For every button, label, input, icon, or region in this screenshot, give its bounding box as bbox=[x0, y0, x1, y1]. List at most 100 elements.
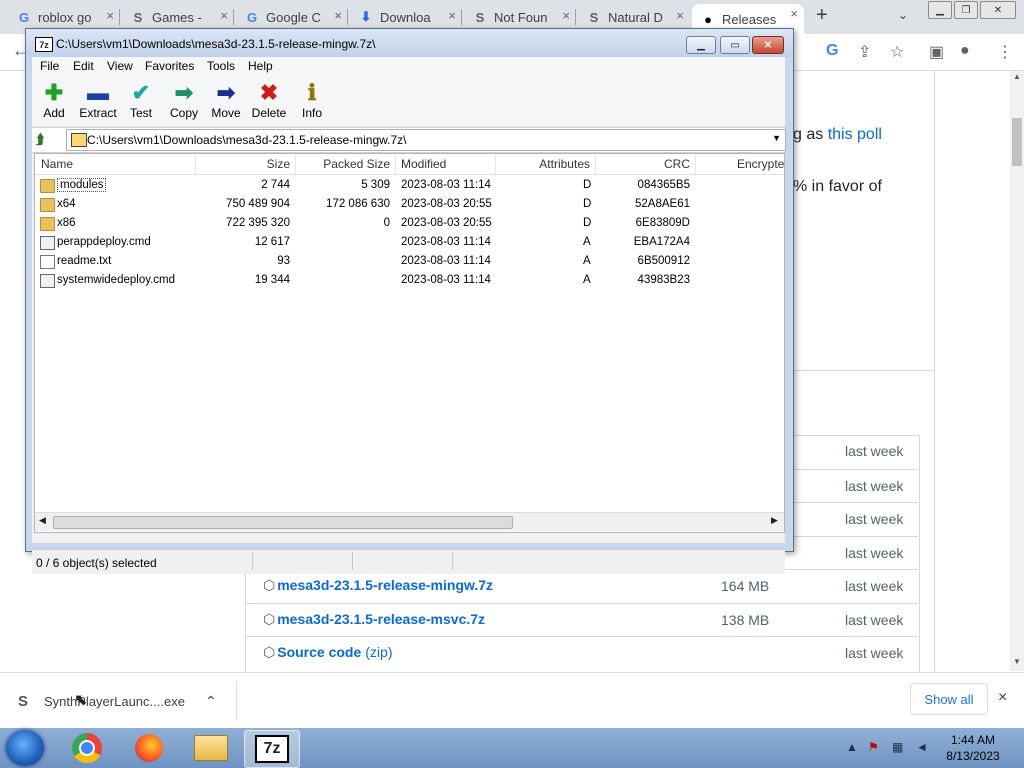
poll-link[interactable]: this poll bbox=[828, 126, 882, 143]
zip-path-combobox[interactable]: C:\Users\vm1\Downloads\mesa3d-23.1.5-rel… bbox=[66, 129, 786, 151]
firefox-taskbar-button[interactable] bbox=[122, 730, 176, 766]
close-tab-icon[interactable]: × bbox=[676, 8, 684, 23]
tab-5[interactable]: S Not Foun × bbox=[464, 6, 576, 28]
tab-1[interactable]: Groblox go × bbox=[8, 6, 120, 28]
close-window-icon[interactable]: ✕ bbox=[980, 1, 1016, 19]
new-tab-button[interactable]: + bbox=[816, 4, 828, 27]
chrome-menu-icon[interactable]: ⋮ bbox=[997, 42, 1013, 62]
close-tab-icon[interactable]: × bbox=[790, 6, 798, 21]
tab-6[interactable]: S Natural D × bbox=[578, 6, 690, 28]
scroll-right-icon[interactable]: ▶ bbox=[771, 515, 778, 526]
side-panel-icon[interactable]: ▣ bbox=[929, 42, 944, 62]
column-header-modified[interactable]: Modified bbox=[401, 157, 446, 171]
column-divider[interactable] bbox=[495, 154, 496, 174]
action-center-icon[interactable]: ⚑ bbox=[868, 740, 879, 754]
bookmark-star-icon[interactable]: ☆ bbox=[890, 42, 904, 62]
zip-test-button[interactable]: ✔ Test bbox=[119, 80, 163, 122]
column-divider[interactable] bbox=[195, 154, 196, 174]
file-row[interactable]: modules 2 744 5 309 2023-08-03 11:14 D 084365… bbox=[35, 176, 784, 195]
zip-delete-button[interactable]: ✖ Delete bbox=[247, 80, 291, 122]
zip-menu-file[interactable]: File bbox=[40, 59, 59, 73]
zip-extract-button[interactable]: ▬ Extract bbox=[76, 80, 120, 122]
download-item[interactable]: S SynthPlayerLaunc....exe ⌃ bbox=[18, 693, 217, 710]
zip-scrollbar-thumb[interactable] bbox=[53, 516, 513, 529]
scroll-left-icon[interactable]: ◀ bbox=[39, 515, 46, 526]
column-divider[interactable] bbox=[395, 154, 396, 174]
page-scrollbar-thumb[interactable] bbox=[1012, 118, 1022, 166]
zip-menu-tools[interactable]: Tools bbox=[207, 59, 235, 73]
file-row[interactable]: perappdeploy.cmd 12 617 2023-08-03 11:14 A E… bbox=[35, 233, 784, 252]
close-tab-icon[interactable]: × bbox=[334, 8, 342, 23]
file-row[interactable]: systemwidedeploy.cmd 19 344 2023-08-03 11:… bbox=[35, 271, 784, 290]
toolbar-label: Move bbox=[211, 106, 241, 120]
tab-search-button[interactable]: ⌄ bbox=[898, 8, 908, 22]
asset-link[interactable]: ⬡ Source code (zip) bbox=[263, 644, 393, 661]
close-tab-icon[interactable]: × bbox=[106, 8, 114, 23]
zip-menu-favorites[interactable]: Favorites bbox=[145, 59, 194, 73]
show-all-button[interactable]: Show all bbox=[910, 683, 988, 715]
minimize-icon[interactable]: ▁ bbox=[928, 1, 952, 19]
file-attr: A bbox=[583, 255, 591, 267]
chevron-up-icon[interactable]: ⌃ bbox=[205, 693, 217, 710]
file-row[interactable]: x64 750 489 904 172 086 630 2023-08-03 20:5… bbox=[35, 195, 784, 214]
package-icon: ⬡ bbox=[263, 577, 276, 593]
asset-link[interactable]: ⬡ mesa3d-23.1.5-release-mingw.7z bbox=[263, 577, 493, 594]
tab-3[interactable]: G Google C × bbox=[236, 6, 348, 28]
zip-menu-view[interactable]: View bbox=[107, 59, 133, 73]
show-hidden-icons-icon[interactable]: ▲ bbox=[846, 740, 858, 754]
up-folder-icon[interactable]: ⮭ bbox=[36, 131, 54, 149]
scroll-down-icon[interactable]: ▼ bbox=[1013, 657, 1021, 666]
zip-selection-status: 0 / 6 object(s) selected bbox=[36, 556, 157, 570]
column-header-encrypte[interactable]: Encrypte bbox=[737, 157, 784, 171]
zip-info-button[interactable]: ℹ Info bbox=[290, 80, 334, 122]
network-icon[interactable]: ▦ bbox=[892, 740, 903, 754]
file-attr: A bbox=[583, 274, 591, 286]
close-tab-icon[interactable]: × bbox=[220, 8, 228, 23]
profile-avatar-icon[interactable]: ● bbox=[960, 42, 970, 60]
file-attr: A bbox=[583, 236, 591, 248]
release-notes-text-line2: % in favor of bbox=[793, 178, 882, 195]
asset-row: ⬡ Source code (zip) last week bbox=[245, 636, 918, 670]
zip-menu-edit[interactable]: Edit bbox=[73, 59, 94, 73]
sevenzip-taskbar-button[interactable]: 7z bbox=[244, 730, 300, 768]
column-divider[interactable] bbox=[295, 154, 296, 174]
column-header-attributes[interactable]: Attributes bbox=[539, 157, 590, 171]
volume-icon[interactable]: ◄ bbox=[916, 740, 928, 754]
column-header-name[interactable]: Name bbox=[41, 157, 73, 171]
column-header-size[interactable]: Size bbox=[267, 157, 290, 171]
file-name: perappdeploy.cmd bbox=[57, 236, 151, 248]
tab-4[interactable]: ⬇ Downloa × bbox=[350, 6, 462, 28]
zip-horizontal-scrollbar[interactable]: ◀ ▶ bbox=[35, 512, 784, 531]
start-button[interactable] bbox=[6, 730, 44, 766]
extract-icon: ▬ bbox=[87, 80, 109, 105]
column-header-crc[interactable]: CRC bbox=[664, 157, 690, 171]
chrome-taskbar-button[interactable] bbox=[60, 730, 114, 766]
tab-2[interactable]: S Games - × bbox=[122, 6, 234, 28]
asset-link[interactable]: ⬡ mesa3d-23.1.5-release-msvc.7z bbox=[263, 611, 485, 628]
clock[interactable]: 1:44 AM 8/13/2023 bbox=[940, 732, 1006, 764]
column-divider[interactable] bbox=[595, 154, 596, 174]
close-tab-icon[interactable]: × bbox=[562, 8, 570, 23]
close-download-bar-icon[interactable]: × bbox=[998, 689, 1007, 707]
zip-move-button[interactable]: ➡ Move bbox=[204, 80, 248, 122]
google-lens-icon[interactable]: G bbox=[826, 42, 838, 60]
share-icon[interactable]: ⇪ bbox=[858, 42, 871, 62]
close-tab-icon[interactable]: × bbox=[448, 8, 456, 23]
file-row[interactable]: readme.txt 93 2023-08-03 11:14 A 6B500912 bbox=[35, 252, 784, 271]
column-divider[interactable] bbox=[695, 154, 696, 174]
column-header-packed-size[interactable]: Packed Size bbox=[323, 157, 390, 171]
restore-icon[interactable]: ❐ bbox=[954, 1, 978, 19]
zip-maximize-icon[interactable]: ▭ bbox=[720, 36, 750, 54]
sevenzip-title-bar[interactable]: 7z C:\Users\vm1\Downloads\mesa3d-23.1.5-… bbox=[26, 29, 793, 57]
zip-menu-help[interactable]: Help bbox=[248, 59, 273, 73]
zip-add-button[interactable]: ✚ Add bbox=[32, 80, 76, 122]
file-row[interactable]: x86 722 395 320 0 2023-08-03 20:55 D 6E83809D bbox=[35, 214, 784, 233]
explorer-taskbar-button[interactable] bbox=[184, 730, 238, 766]
zip-copy-button[interactable]: ➡ Copy bbox=[162, 80, 206, 122]
scroll-up-icon[interactable]: ▲ bbox=[1013, 72, 1021, 81]
chrome-icon bbox=[72, 733, 102, 763]
zip-minimize-icon[interactable]: ▁ bbox=[686, 36, 716, 54]
zip-close-icon[interactable]: ✕ bbox=[752, 36, 784, 54]
chevron-down-icon[interactable]: ▼ bbox=[772, 133, 781, 143]
firefox-icon bbox=[135, 734, 163, 762]
